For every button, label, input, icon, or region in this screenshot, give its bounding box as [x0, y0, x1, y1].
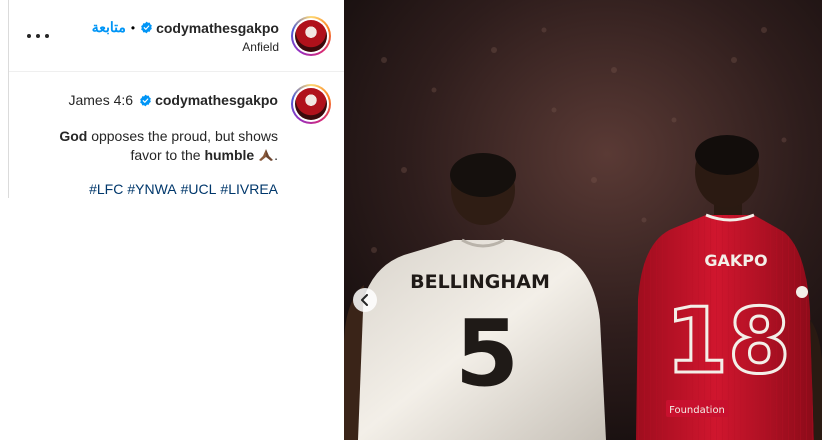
hashtag-link[interactable]: #UCL — [181, 181, 217, 197]
verified-badge-icon — [141, 21, 152, 34]
sponsor-text: Foundation — [669, 405, 725, 416]
right-player-name: GAKPO — [704, 251, 767, 270]
previous-image-button[interactable] — [353, 288, 377, 312]
praying-hands-icon — [259, 149, 274, 161]
caption-bold-humble: humble — [204, 147, 255, 163]
hashtag-link[interactable]: #LFC — [89, 181, 123, 197]
left-player-name: BELLINGHAM — [410, 271, 550, 293]
caption-avatar[interactable] — [291, 84, 331, 124]
chevron-left-icon — [361, 294, 368, 306]
verified-badge-icon — [140, 94, 151, 106]
more-options-icon[interactable] — [27, 26, 49, 46]
follow-button[interactable]: متابعة — [92, 19, 126, 36]
post-photo[interactable]: BELLINGHAM 5 GAKPO 18 Foundation — [344, 0, 822, 440]
separator-dot: • — [130, 20, 136, 35]
post-header: متابعة • codymathesgakpo Anfield — [9, 0, 345, 72]
caption-username[interactable]: codymathesgakpo — [155, 92, 278, 108]
caption-line1: opposes the proud, but shows — [87, 128, 278, 144]
caption-author-line: James 4:6 codymathesgakpo — [68, 92, 278, 108]
hashtag-link[interactable]: #YNWA — [127, 181, 176, 197]
ucl-badge-icon — [796, 286, 808, 298]
caption-bold-god: God — [59, 128, 88, 144]
players-image: BELLINGHAM 5 GAKPO 18 Foundation — [344, 0, 822, 440]
caption-line2-start: favor to the — [130, 147, 205, 163]
hashtag-link[interactable]: #LIVREA — [220, 181, 278, 197]
caption-verse: James 4:6 — [68, 92, 134, 108]
right-player-number: 18 — [665, 289, 790, 394]
left-player-number: 5 — [455, 300, 519, 407]
post-info-pane: متابعة • codymathesgakpo Anfield James 4… — [8, 0, 345, 198]
caption-line2-end: . — [274, 147, 278, 163]
location-link[interactable]: Anfield — [242, 40, 279, 54]
header-username[interactable]: codymathesgakpo — [156, 20, 279, 36]
header-user-line: متابعة • codymathesgakpo — [92, 19, 279, 36]
caption-text: God opposes the proud, but shows favor t… — [28, 127, 278, 165]
header-avatar[interactable] — [291, 16, 331, 56]
hashtag-list: #LFC #YNWA #UCL #LIVREA — [85, 181, 278, 197]
